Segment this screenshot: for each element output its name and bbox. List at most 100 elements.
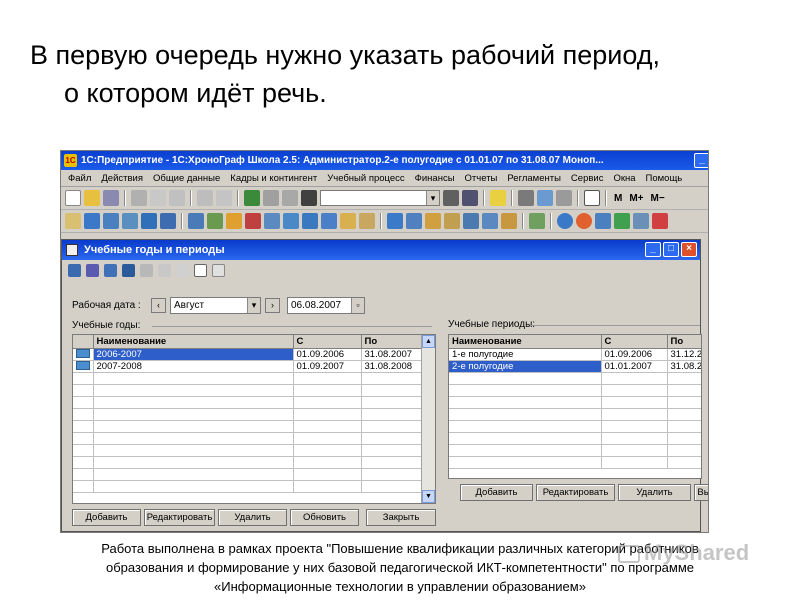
- undo-icon[interactable]: [263, 190, 279, 206]
- menu-file[interactable]: Файл: [63, 170, 96, 186]
- preview-icon[interactable]: [216, 190, 232, 206]
- documents-icon[interactable]: [340, 213, 356, 229]
- settings-icon[interactable]: [633, 213, 649, 229]
- delete-row-icon[interactable]: [140, 263, 153, 277]
- add-group-icon[interactable]: [86, 263, 99, 277]
- person-icon[interactable]: [207, 213, 223, 229]
- print-icon[interactable]: [197, 190, 213, 206]
- transfer-icon[interactable]: [245, 213, 261, 229]
- menu-common-data[interactable]: Общие данные: [148, 170, 225, 186]
- menu-reports[interactable]: Отчеты: [460, 170, 503, 186]
- cut-icon[interactable]: [131, 190, 147, 206]
- save-icon[interactable]: [103, 190, 119, 206]
- table-row[interactable]: 1-е полугодие 01.09.2006 31.12.2006: [449, 348, 701, 361]
- menu-actions[interactable]: Действия: [96, 170, 148, 186]
- memory-minus-button[interactable]: М−: [649, 193, 667, 204]
- date-field[interactable]: 06.08.2007 ▫: [287, 297, 365, 314]
- copy-row-icon[interactable]: [122, 263, 135, 277]
- memory-plus-button[interactable]: М+: [627, 193, 645, 204]
- archive-icon[interactable]: [359, 213, 375, 229]
- home-icon[interactable]: [84, 213, 100, 229]
- month-select[interactable]: Август ▾: [170, 297, 261, 314]
- periods-add-button[interactable]: Добавить: [460, 484, 533, 501]
- years-close-button[interactable]: Закрыть: [366, 509, 436, 526]
- statistics-icon[interactable]: [463, 213, 479, 229]
- print-forms-icon[interactable]: [425, 213, 441, 229]
- exit-icon[interactable]: [529, 213, 545, 229]
- add-row-icon[interactable]: [68, 263, 81, 277]
- book-icon[interactable]: [584, 190, 600, 206]
- menu-staff[interactable]: Кадры и контингент: [225, 170, 322, 186]
- schedule-icon[interactable]: [188, 213, 204, 229]
- redo-icon[interactable]: [282, 190, 298, 206]
- table-row[interactable]: 2007-2008 01.09.2007 31.08.2008: [73, 360, 424, 373]
- years-edit-button[interactable]: Редактировать: [144, 509, 215, 526]
- group-icon[interactable]: [226, 213, 242, 229]
- find-next-icon[interactable]: [462, 190, 478, 206]
- header-name[interactable]: Наименование: [449, 335, 602, 349]
- periods-edit-button[interactable]: Редактировать: [536, 484, 615, 501]
- chart-icon[interactable]: [614, 213, 630, 229]
- globe-icon[interactable]: [557, 213, 573, 229]
- hierarchy-icon[interactable]: [176, 263, 189, 277]
- scroll-up-icon[interactable]: ▲: [422, 335, 435, 348]
- header-to[interactable]: По: [361, 335, 424, 349]
- attendance-icon[interactable]: [444, 213, 460, 229]
- timetable-icon[interactable]: [387, 213, 403, 229]
- header-from[interactable]: С: [293, 335, 362, 349]
- header-from[interactable]: С: [601, 335, 668, 349]
- calendar-icon[interactable]: [537, 190, 553, 206]
- notes-icon[interactable]: [556, 190, 572, 206]
- periods-more-button[interactable]: Вы: [694, 484, 708, 501]
- lessons-icon[interactable]: [264, 213, 280, 229]
- scroll-down-icon[interactable]: ▼: [422, 490, 435, 503]
- cards-icon[interactable]: [482, 213, 498, 229]
- copy-icon[interactable]: [150, 190, 166, 206]
- menu-regulations[interactable]: Регламенты: [502, 170, 566, 186]
- menu-study-process[interactable]: Учебный процесс: [322, 170, 409, 186]
- binoculars-icon[interactable]: [301, 190, 317, 206]
- search-combo[interactable]: [320, 190, 440, 206]
- mail-icon[interactable]: [595, 213, 611, 229]
- folder-icon[interactable]: [501, 213, 517, 229]
- menu-finance[interactable]: Финансы: [410, 170, 460, 186]
- report-grid-icon[interactable]: [406, 213, 422, 229]
- question-icon[interactable]: [194, 263, 207, 277]
- teachers-icon[interactable]: [160, 213, 176, 229]
- calculator-icon[interactable]: [518, 190, 534, 206]
- journal-icon[interactable]: [65, 213, 81, 229]
- next-month-button[interactable]: ›: [265, 298, 280, 313]
- menu-windows[interactable]: Окна: [608, 170, 640, 186]
- rooms-icon[interactable]: [321, 213, 337, 229]
- periods-delete-button[interactable]: Удалить: [618, 484, 691, 501]
- new-document-icon[interactable]: [65, 190, 81, 206]
- find-icon[interactable]: [443, 190, 459, 206]
- prev-month-button[interactable]: ‹: [151, 298, 166, 313]
- minimize-button[interactable]: _: [694, 153, 708, 168]
- close-toolbar-icon[interactable]: [652, 213, 668, 229]
- grades-icon[interactable]: [283, 213, 299, 229]
- table-row[interactable]: 2006-2007 01.09.2006 31.08.2007: [73, 348, 424, 361]
- classes-icon[interactable]: [122, 213, 138, 229]
- dialog-minimize-button[interactable]: _: [645, 242, 661, 257]
- years-delete-button[interactable]: Удалить: [218, 509, 287, 526]
- move-icon[interactable]: [158, 263, 171, 277]
- dialog-maximize-button[interactable]: □: [663, 242, 679, 257]
- edit-row-icon[interactable]: [104, 263, 117, 277]
- table-row[interactable]: 2-е полугодие 01.01.2007 31.08.2007: [449, 360, 701, 373]
- help-icon[interactable]: [490, 190, 506, 206]
- journal-grid-icon[interactable]: [302, 213, 318, 229]
- years-scrollbar[interactable]: ▲ ▼: [421, 335, 435, 503]
- school-icon[interactable]: [103, 213, 119, 229]
- paste-icon[interactable]: [169, 190, 185, 206]
- memory-button[interactable]: М: [612, 193, 624, 204]
- dialog-close-button[interactable]: ×: [681, 242, 697, 257]
- filter-icon[interactable]: [212, 263, 225, 277]
- header-name[interactable]: Наименование: [93, 335, 294, 349]
- years-add-button[interactable]: Добавить: [72, 509, 141, 526]
- menu-service[interactable]: Сервис: [566, 170, 609, 186]
- table-icon[interactable]: [244, 190, 260, 206]
- years-refresh-button[interactable]: Обновить: [290, 509, 359, 526]
- header-to[interactable]: По: [667, 335, 701, 349]
- pupils-icon[interactable]: [141, 213, 157, 229]
